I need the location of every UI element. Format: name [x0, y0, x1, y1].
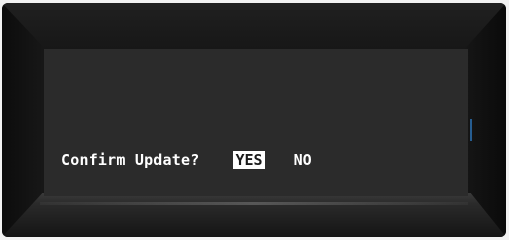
confirm-dialog: Confirm Update? YES NO [61, 150, 314, 170]
no-option[interactable]: NO [292, 151, 314, 169]
indicator-glint [470, 119, 472, 141]
lcd-screen: Confirm Update? YES NO [44, 49, 468, 196]
bezel-top [2, 3, 506, 49]
bezel-highlight [40, 202, 468, 205]
confirm-prompt: Confirm Update? [61, 151, 200, 169]
yes-option[interactable]: YES [233, 151, 265, 169]
bezel-bottom [2, 193, 506, 237]
device-bezel: Confirm Update? YES NO [2, 3, 506, 237]
